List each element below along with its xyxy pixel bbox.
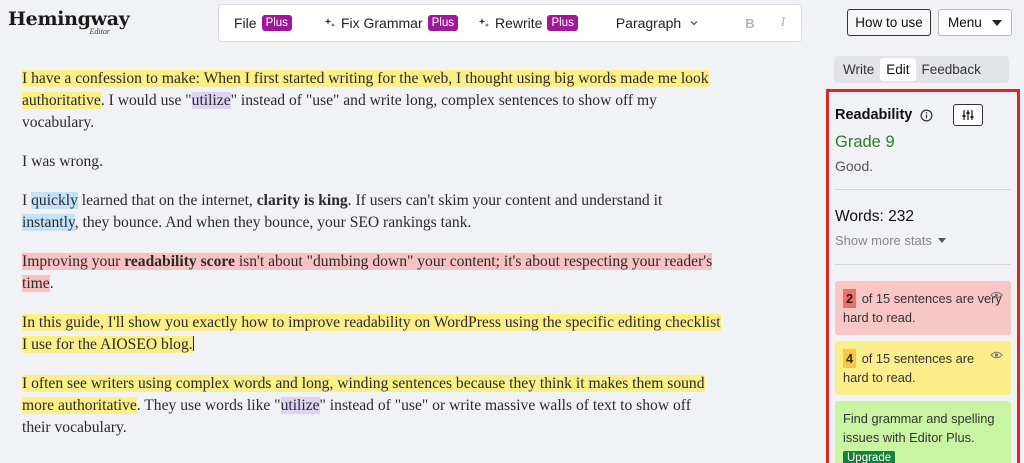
text-run: . They use words like " xyxy=(136,397,281,414)
mode-tabs: Write Edit Feedback xyxy=(834,56,1009,83)
complex-word-highlight: utilize xyxy=(191,92,231,109)
upgrade-button[interactable]: Upgrade xyxy=(843,451,896,463)
paragraph: I have a confession to make: When I firs… xyxy=(22,68,722,134)
text-run: . xyxy=(49,275,54,292)
readability-sidebar: Readability Grade 9 Good. Words: 232 Sho… xyxy=(826,89,1020,463)
bold-text: clarity is king xyxy=(256,192,348,209)
bold-button[interactable]: B xyxy=(745,16,754,31)
grammar-upsell-text: Find grammar and spelling issues with Ed… xyxy=(843,411,995,445)
grade-level: Grade 9 xyxy=(835,133,895,151)
show-more-stats-label: Show more stats xyxy=(835,233,932,248)
paragraph: I often see writers using complex words … xyxy=(22,373,722,439)
sidebar-divider xyxy=(835,264,1011,265)
fix-grammar-label: Fix Grammar xyxy=(340,15,423,31)
text-run: I xyxy=(22,192,32,209)
paragraph: Improving your readability score isn't a… xyxy=(22,251,722,295)
readability-title: Readability xyxy=(835,107,913,123)
editor-toolbar: File Plus Fix Grammar Plus Rewrite Plus … xyxy=(218,4,802,42)
file-label: File xyxy=(234,15,257,31)
hard-count: 4 xyxy=(843,349,857,368)
complex-word-highlight: utilize xyxy=(280,397,320,414)
tab-write[interactable]: Write xyxy=(837,58,880,81)
paragraph: In this guide, I'll show you exactly how… xyxy=(22,312,722,356)
chevron-down-icon xyxy=(690,21,698,26)
adverb-highlight: instantly xyxy=(22,214,75,231)
text-run: . If users can't skim your content and u… xyxy=(347,192,663,209)
editor-text-area[interactable]: I have a confession to make: When I firs… xyxy=(22,68,722,456)
hard-sentences-card[interactable]: 4 of 15 sentences are hard to read. xyxy=(835,341,1011,395)
caret-down-icon xyxy=(991,19,1002,26)
tab-feedback[interactable]: Feedback xyxy=(916,58,987,81)
hard-sentence-highlight: In this guide, I'll show you exactly how… xyxy=(22,314,721,353)
fix-grammar-button[interactable]: Fix Grammar Plus xyxy=(324,15,458,31)
eye-icon[interactable] xyxy=(990,350,1003,360)
caret-down-icon xyxy=(937,238,946,243)
readability-settings-button[interactable] xyxy=(953,104,984,126)
info-icon[interactable] xyxy=(920,109,933,122)
adverb-highlight: quickly xyxy=(31,192,78,209)
file-menu-button[interactable]: File Plus xyxy=(234,15,292,31)
text-cursor xyxy=(192,336,194,351)
paragraph-dropdown[interactable]: Paragraph xyxy=(616,15,698,31)
eye-icon[interactable] xyxy=(990,290,1003,300)
tab-edit[interactable]: Edit xyxy=(880,58,916,81)
readability-header: Readability xyxy=(835,104,1011,126)
text-run: . I would use " xyxy=(100,92,192,109)
paragraph: I was wrong. xyxy=(22,153,103,170)
word-count: Words: 232 xyxy=(835,208,914,225)
sparkle-icon xyxy=(478,18,489,27)
very-hard-sentences-card[interactable]: 2 of 15 sentences are very hard to read. xyxy=(835,281,1011,335)
plus-badge: Plus xyxy=(261,15,292,31)
menu-label: Menu xyxy=(948,15,982,30)
paragraph: I quickly learned that on the internet, … xyxy=(22,190,722,234)
bold-text: readability score xyxy=(124,253,235,270)
how-to-use-button[interactable]: How to use xyxy=(847,9,931,36)
plus-badge: Plus xyxy=(427,15,458,31)
text-run: , they bounce. And when they bounce, you… xyxy=(74,214,472,231)
very-hard-count: 2 xyxy=(843,289,857,308)
very-hard-sentence-highlight: Improving your xyxy=(22,253,125,270)
hard-text: of 15 sentences are hard to read. xyxy=(843,351,975,385)
text-run: learned that on the internet, xyxy=(77,192,257,209)
sparkle-icon xyxy=(324,18,335,27)
app-logo[interactable]: Hemingway Editor xyxy=(8,8,130,36)
plus-badge: Plus xyxy=(547,15,578,31)
italic-button[interactable]: I xyxy=(781,15,786,31)
rewrite-button[interactable]: Rewrite Plus xyxy=(478,15,578,31)
menu-button[interactable]: Menu xyxy=(938,9,1012,36)
grade-comment: Good. xyxy=(835,158,874,174)
sidebar-divider xyxy=(835,189,1011,190)
show-more-stats-toggle[interactable]: Show more stats xyxy=(835,233,1011,248)
grammar-upsell-card: Find grammar and spelling issues with Ed… xyxy=(835,401,1011,463)
sliders-icon xyxy=(962,110,974,120)
paragraph-label: Paragraph xyxy=(615,15,682,31)
very-hard-text: of 15 sentences are very hard to read. xyxy=(843,291,1002,325)
rewrite-label: Rewrite xyxy=(494,15,543,31)
